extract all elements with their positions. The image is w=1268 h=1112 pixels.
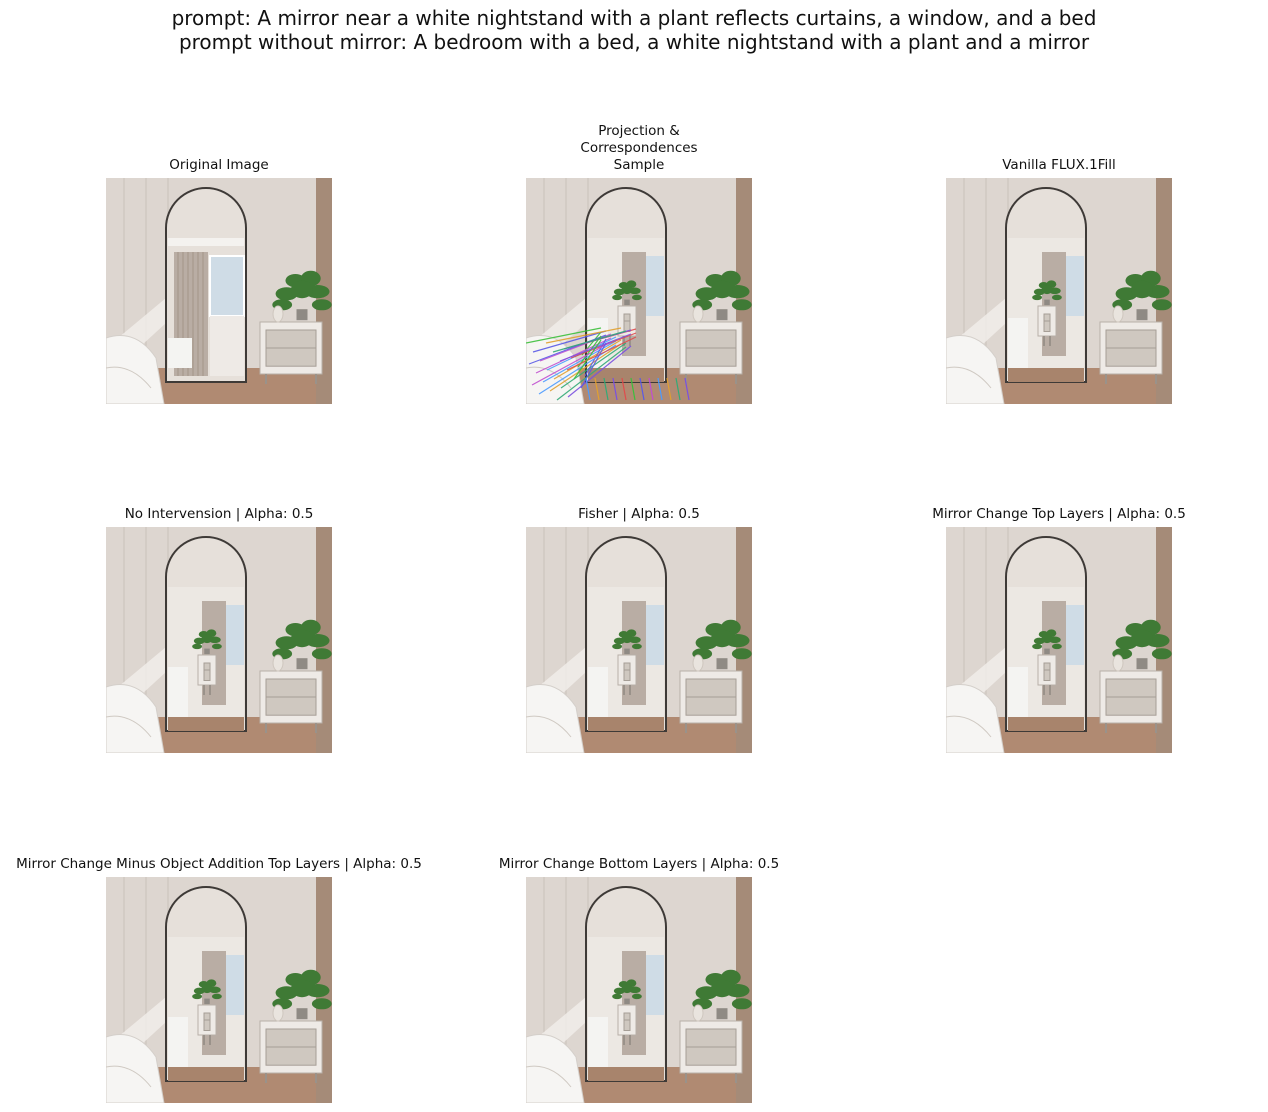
vase — [692, 1004, 704, 1022]
bedroom-image — [946, 527, 1172, 753]
reflection-wall — [210, 316, 244, 376]
panel-title: Original Image — [169, 157, 269, 173]
vase — [692, 654, 704, 672]
figure-suptitle: prompt: A mirror near a white nightstand… — [0, 6, 1268, 54]
reflection-ceiling — [168, 238, 244, 246]
nightstand-drawer — [685, 329, 737, 349]
vase — [272, 305, 284, 323]
prompt-without-mirror-line: prompt without mirror: A bedroom with a … — [178, 30, 1090, 54]
nightstand-drawer — [685, 1028, 737, 1048]
reflection-floor — [168, 717, 244, 731]
nightstand-drawer — [1043, 669, 1051, 681]
bedroom-image — [106, 527, 332, 753]
vase — [272, 1004, 284, 1022]
nightstand-drawer — [265, 1046, 317, 1066]
nightstand-drawer — [203, 1019, 211, 1031]
bedroom-image — [106, 877, 332, 1103]
panel-title: Mirror Change Top Layers | Alpha: 0.5 — [932, 506, 1186, 522]
reflection-window — [646, 256, 664, 316]
reflection-bed — [168, 338, 192, 368]
reflection-window — [646, 605, 664, 665]
nightstand-drawer — [1105, 696, 1157, 716]
nightstand-drawer — [1043, 320, 1051, 332]
nightstand-drawer — [265, 347, 317, 367]
reflection-window — [1066, 256, 1084, 316]
panel-fisher: Fisher | Alpha: 0.5 — [526, 506, 752, 753]
panel-no-intervension: No Intervension | Alpha: 0.5 — [106, 506, 332, 753]
reflection-window — [1066, 605, 1084, 665]
panel-title: Mirror Change Minus Object Addition Top … — [16, 856, 422, 872]
nightstand-drawer — [685, 678, 737, 698]
reflection-bed — [588, 667, 608, 717]
panel-title: Projection & Correspondences Sample — [580, 123, 698, 173]
bedroom-image — [526, 877, 752, 1103]
panel-title: Mirror Change Bottom Layers | Alpha: 0.5 — [498, 856, 780, 872]
panel-mirror-change-top-layers: Mirror Change Top Layers | Alpha: 0.5 — [932, 506, 1186, 753]
nightstand-drawer — [1105, 329, 1157, 349]
bedroom-image — [526, 527, 752, 753]
nightstand-drawer — [685, 696, 737, 716]
reflection-bed — [168, 1017, 188, 1067]
panel-original-image: Original Image — [106, 157, 332, 404]
nightstand-drawer — [203, 669, 211, 681]
nightstand-drawer — [265, 696, 317, 716]
nightstand-drawer — [265, 678, 317, 698]
panel-projection-correspondences: Projection & Correspondences Sample — [526, 123, 752, 404]
panel-mirror-change-minus-object-addition: Mirror Change Minus Object Addition Top … — [16, 856, 422, 1103]
nightstand-drawer — [1105, 347, 1157, 367]
nightstand-drawer — [685, 347, 737, 367]
bedroom-image — [526, 178, 752, 404]
panel-title: No Intervension | Alpha: 0.5 — [124, 506, 314, 522]
reflection-floor — [168, 1067, 244, 1081]
nightstand-drawer — [685, 1046, 737, 1066]
reflection-window — [226, 955, 244, 1015]
vase — [1112, 305, 1124, 323]
reflection-window — [209, 255, 245, 317]
reflection-bed — [1008, 318, 1028, 368]
nightstand-drawer — [265, 1028, 317, 1048]
reflection-floor — [1008, 717, 1084, 731]
nightstand-drawer — [265, 329, 317, 349]
bedroom-image — [106, 178, 332, 404]
nightstand-drawer — [623, 669, 631, 681]
reflection-bed — [1008, 667, 1028, 717]
reflection-floor — [588, 368, 664, 382]
panel-title: Fisher | Alpha: 0.5 — [578, 506, 700, 522]
prompt-line: prompt: A mirror near a white nightstand… — [171, 6, 1097, 30]
reflection-floor — [1008, 368, 1084, 382]
bedroom-image — [946, 178, 1172, 404]
panel-title: Vanilla FLUX.1Fill — [1002, 157, 1116, 173]
panel-mirror-change-bottom-layers: Mirror Change Bottom Layers | Alpha: 0.5 — [499, 856, 779, 1103]
reflection-floor — [588, 717, 664, 731]
vase — [1112, 654, 1124, 672]
vase — [692, 305, 704, 323]
panel-vanilla-flux-fill: Vanilla FLUX.1Fill — [946, 157, 1172, 404]
reflection-floor — [588, 1067, 664, 1081]
reflection-window — [226, 605, 244, 665]
vase — [272, 654, 284, 672]
nightstand-drawer — [1105, 678, 1157, 698]
nightstand-drawer — [623, 1019, 631, 1031]
reflection-bed — [588, 1017, 608, 1067]
reflection-bed — [168, 667, 188, 717]
reflection-window — [646, 955, 664, 1015]
